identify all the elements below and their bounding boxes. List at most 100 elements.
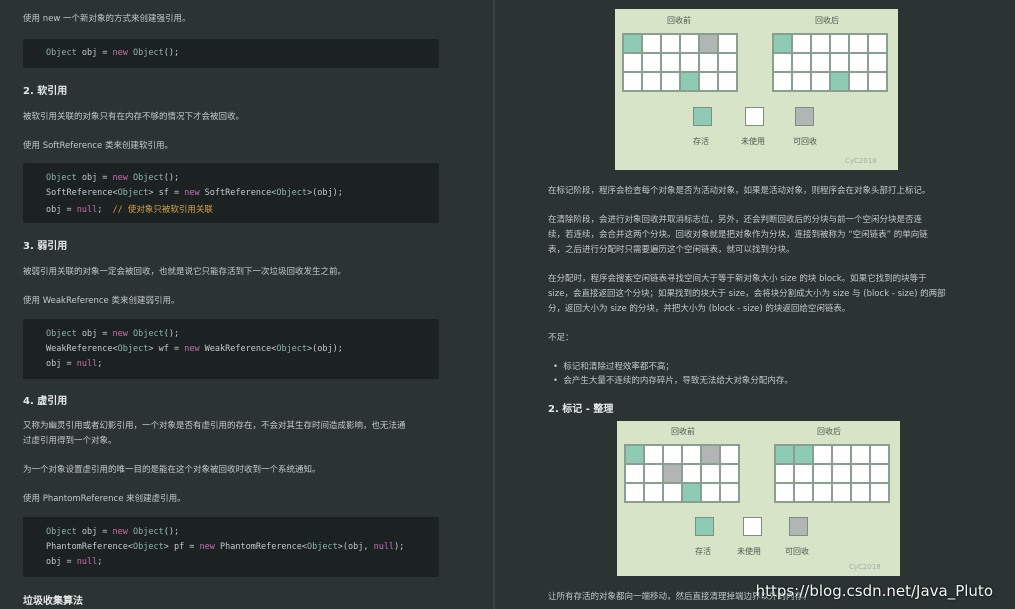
memory-grid-before	[624, 444, 740, 503]
legend-reclaimable-label: 可回收	[793, 137, 817, 146]
code-line: Object obj = new Object();	[46, 329, 180, 339]
memory-cell-unused	[868, 34, 887, 53]
legend-unused-swatch	[743, 517, 762, 536]
memory-cell-unused	[832, 464, 851, 483]
diagram-credit: CyC2018	[849, 563, 881, 571]
memory-cell-alive	[680, 72, 699, 91]
drawbacks-label: 不足：	[548, 333, 574, 343]
drawback-text: 会产生大量不连续的内存碎片，导致无法给大对象分配内存。	[563, 376, 793, 386]
memory-cell-unused	[851, 445, 870, 464]
strong-ref-intro: 使用 new 一个新对象的方式来创建强引用。	[23, 14, 191, 24]
memory-cell-unused	[775, 464, 794, 483]
weak-ref-desc: 被弱引用关联的对象一定会被回收，也就是说它只能存活到下一次垃圾回收发生之前。	[23, 267, 347, 277]
memory-cell-unused	[682, 445, 701, 464]
diagram-before-label: 回收前	[671, 427, 695, 436]
memory-cell-unused	[718, 72, 737, 91]
memory-cell-unused	[851, 464, 870, 483]
memory-cell-unused	[699, 72, 718, 91]
soft-ref-howto: 使用 SoftReference 类来创建软引用。	[23, 141, 173, 151]
memory-cell-unused	[849, 34, 868, 53]
memory-cell-unused	[775, 483, 794, 502]
memory-cell-unused	[811, 72, 830, 91]
drawback-text: 标记和清除过程效率都不高；	[563, 362, 674, 372]
code-line: WeakReference<Object> wf = new WeakRefer…	[46, 344, 343, 354]
diagram-after-label: 回收后	[817, 427, 841, 436]
memory-cell-unused	[849, 72, 868, 91]
memory-cell-unused	[642, 53, 661, 72]
memory-cell-unused	[792, 72, 811, 91]
memory-cell-unused	[718, 53, 737, 72]
memory-cell-unused	[792, 53, 811, 72]
memory-cell-unused	[868, 53, 887, 72]
heading-soft-reference: 2. 软引用	[23, 86, 68, 97]
memory-cell-reclaimable	[663, 464, 682, 483]
memory-cell-unused	[773, 53, 792, 72]
code-line: SoftReference<Object> sf = new SoftRefer…	[46, 188, 343, 198]
csdn-watermark: https://blog.csdn.net/Java_Pluto	[755, 582, 993, 600]
code-block-phantom: Object obj = new Object(); PhantomRefere…	[23, 517, 439, 577]
legend-reclaimable-swatch	[795, 107, 814, 126]
memory-cell-reclaimable	[701, 445, 720, 464]
memory-cell-unused	[813, 483, 832, 502]
right-article-column: 回收前 回收后 存活 未使用 可回收 CyC2018 在标记阶段，程序会检查每个…	[495, 0, 1015, 609]
diagram-credit: CyC2018	[845, 157, 877, 165]
diagram-before-label: 回收前	[667, 16, 691, 25]
memory-cell-unused	[813, 464, 832, 483]
memory-cell-unused	[699, 53, 718, 72]
mark-compact-diagram: 回收前 回收后 存活 未使用 可回收 CyC2018	[617, 421, 900, 576]
memory-cell-alive	[773, 34, 792, 53]
memory-cell-unused	[623, 53, 642, 72]
phantom-ref-purpose: 为一个对象设置虚引用的唯一目的是能在这个对象被回收时收到一个系统通知。	[23, 465, 321, 475]
alloc-line-1: 在分配时，程序会搜索空闲链表寻找空间大于等于新对象大小 size 的块 bloc…	[548, 274, 927, 284]
memory-cell-unused	[663, 445, 682, 464]
memory-cell-unused	[720, 483, 739, 502]
memory-cell-unused	[792, 34, 811, 53]
code-line: obj = null;	[46, 359, 103, 369]
legend-unused-label: 未使用	[741, 137, 765, 146]
code-block-soft: Object obj = new Object(); SoftReference…	[23, 163, 439, 223]
sweep-phase-line-3: 表，之后进行分配时只需要遍历这个空闲链表，就可以找到分块。	[548, 245, 795, 255]
memory-cell-unused	[701, 483, 720, 502]
memory-cell-unused	[794, 483, 813, 502]
phantom-ref-howto: 使用 PhantomReference 来创建虚引用。	[23, 494, 186, 504]
code-block-weak: Object obj = new Object(); WeakReference…	[23, 319, 439, 379]
alloc-line-2: size，会直接返回这个分块；如果找到的块大于 size，会将块分割成大小为 s…	[548, 289, 946, 299]
alloc-line-3: 分，返回大小为 size 的分块，并把大小为 (block - size) 的块…	[548, 304, 851, 314]
memory-cell-unused	[849, 53, 868, 72]
legend-alive-label: 存活	[695, 547, 711, 556]
memory-cell-alive	[682, 483, 701, 502]
memory-cell-unused	[830, 53, 849, 72]
memory-cell-alive	[794, 445, 813, 464]
drawback-item-2: • 会产生大量不连续的内存碎片，导致无法给大对象分配内存。	[553, 376, 793, 386]
memory-cell-unused	[644, 483, 663, 502]
memory-cell-unused	[868, 72, 887, 91]
memory-cell-unused	[642, 72, 661, 91]
memory-cell-unused	[720, 445, 739, 464]
heading-gc-algorithms: 垃圾收集算法	[23, 596, 83, 607]
memory-cell-unused	[661, 53, 680, 72]
legend-reclaimable-label: 可回收	[785, 547, 809, 556]
memory-cell-unused	[661, 72, 680, 91]
memory-cell-unused	[661, 34, 680, 53]
memory-cell-unused	[870, 464, 889, 483]
memory-cell-unused	[625, 464, 644, 483]
code-block-strong: Object obj = new Object();	[23, 39, 439, 68]
memory-cell-unused	[680, 53, 699, 72]
memory-cell-unused	[718, 34, 737, 53]
drawback-item-1: • 标记和清除过程效率都不高；	[553, 362, 674, 372]
legend-unused-label: 未使用	[737, 547, 761, 556]
memory-cell-unused	[644, 464, 663, 483]
memory-cell-unused	[811, 34, 830, 53]
code-line: PhantomReference<Object> pf = new Phanto…	[46, 542, 405, 552]
sweep-phase-line-2: 续，若连续，会合并这两个分块。回收对象就是把对象作为分块，连接到被称为 “空闲链…	[548, 230, 928, 240]
code-line: Object obj = new Object();	[46, 527, 180, 537]
memory-cell-alive	[625, 445, 644, 464]
heading-mark-compact: 2. 标记 - 整理	[548, 404, 614, 415]
left-article-column: 使用 new 一个新对象的方式来创建强引用。 Object obj = new …	[0, 0, 493, 609]
code-line: obj = null;	[46, 557, 103, 567]
memory-grid-after	[772, 33, 888, 92]
phantom-ref-desc-1: 又称为幽灵引用或者幻影引用，一个对象是否有虚引用的存在，不会对其生存时间造成影响…	[23, 421, 406, 431]
weak-ref-howto: 使用 WeakReference 类来创建弱引用。	[23, 296, 180, 306]
memory-grid-before	[622, 33, 738, 92]
memory-cell-unused	[851, 483, 870, 502]
